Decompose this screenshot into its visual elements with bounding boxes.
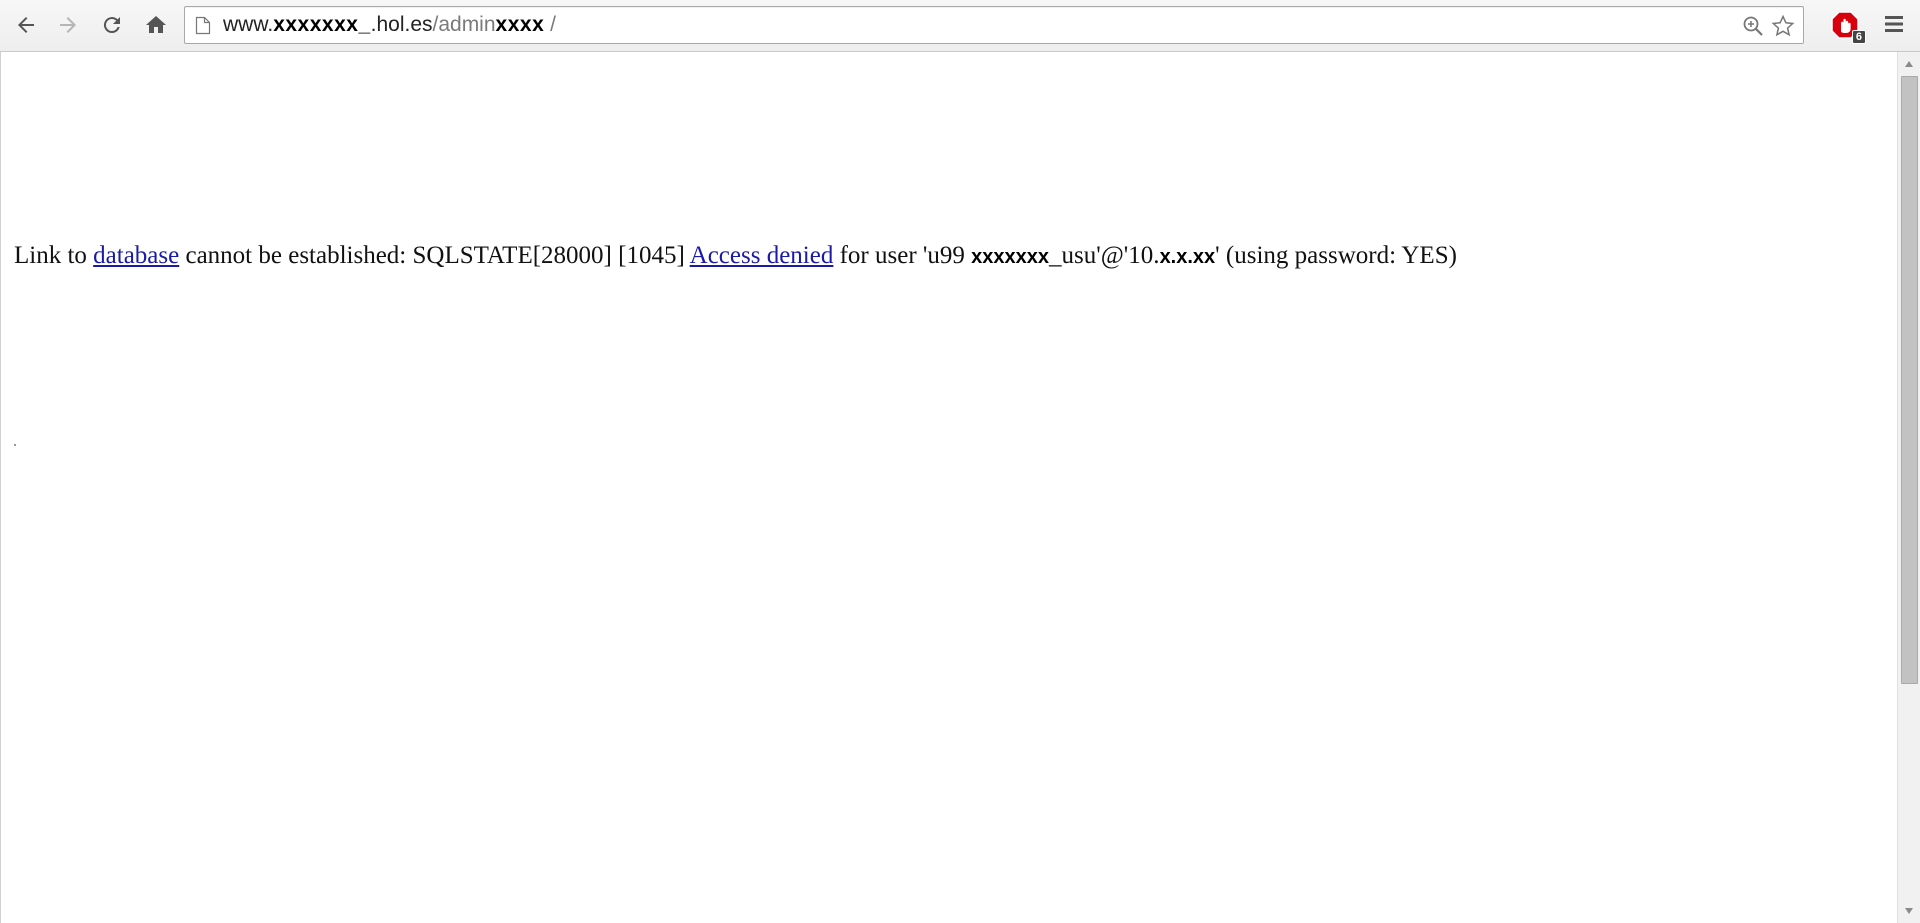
error-text-part5: ' (using password: YES) — [1215, 242, 1457, 269]
url-text: www.xxxxxxx_.hol.es/adminxxxx / — [223, 13, 556, 37]
error-text-part2: cannot be established: SQLSTATE[28000] [… — [179, 242, 690, 269]
url-redacted-domain: xxxxxxx_ — [273, 13, 371, 36]
scroll-down-arrow-icon[interactable] — [1898, 901, 1920, 921]
home-icon — [146, 16, 166, 33]
forward-button[interactable] — [51, 8, 85, 42]
star-icon[interactable] — [1771, 14, 1795, 43]
forward-arrow-icon — [60, 17, 76, 33]
address-bar[interactable]: www.xxxxxxx_.hol.es/adminxxxx / — [184, 6, 1804, 44]
back-button[interactable] — [9, 8, 43, 42]
home-button[interactable] — [139, 8, 173, 42]
scrollbar-thumb[interactable] — [1901, 76, 1918, 684]
access-denied-link[interactable]: Access denied — [690, 242, 834, 269]
database-link[interactable]: database — [93, 242, 179, 269]
hamburger-menu-icon — [1885, 16, 1903, 32]
reload-icon — [103, 17, 120, 34]
extension-badge: 6 — [1851, 30, 1866, 44]
error-text-part1: Link to — [14, 242, 94, 269]
error-text-part4: _usu'@'10. — [1049, 242, 1160, 269]
url-prefix: www. — [223, 13, 274, 36]
redacted-username: xxxxxxx — [971, 246, 1050, 268]
page-icon — [195, 16, 211, 40]
error-message: Link to database cannot be established: … — [14, 240, 1457, 273]
omnibox-actions — [1741, 14, 1795, 43]
page-content: Link to database cannot be established: … — [0, 52, 1897, 923]
stray-dot — [14, 444, 16, 446]
back-arrow-icon — [18, 17, 34, 33]
vertical-scrollbar[interactable] — [1897, 52, 1920, 923]
url-redacted-path: xxxx — [495, 13, 545, 36]
url-domain-suffix: .hol.es — [370, 13, 433, 36]
scroll-up-arrow-icon[interactable] — [1898, 54, 1920, 74]
browser-menu-button[interactable] — [1880, 10, 1912, 42]
extension-button[interactable]: 6 — [1830, 10, 1866, 44]
browser-toolbar: www.xxxxxxx_.hol.es/adminxxxx / 6 — [0, 0, 1920, 52]
zoom-icon[interactable] — [1741, 14, 1765, 43]
url-path-end: / — [544, 13, 556, 36]
redacted-ip: x.x.xx — [1159, 246, 1216, 268]
reload-button[interactable] — [95, 8, 129, 42]
error-text-part3: for user 'u99 — [833, 242, 965, 269]
url-path-start: /admin — [432, 13, 496, 36]
